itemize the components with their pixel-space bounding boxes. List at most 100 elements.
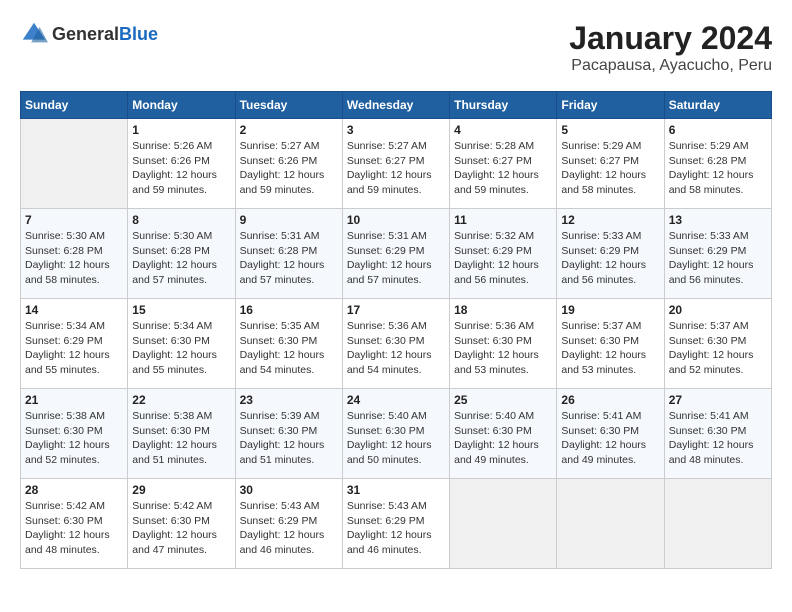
day-number: 20 [669,303,767,317]
day-info: Sunrise: 5:27 AM Sunset: 6:26 PM Dayligh… [240,139,338,198]
logo-icon [20,20,48,48]
calendar-week-row: 14Sunrise: 5:34 AM Sunset: 6:29 PM Dayli… [21,299,772,389]
day-number: 11 [454,213,552,227]
day-info: Sunrise: 5:33 AM Sunset: 6:29 PM Dayligh… [561,229,659,288]
calendar-day-cell: 28 Sunrise: 5:42 AM Sunset: 6:30 PM Dayli… [21,479,128,569]
day-number: 6 [669,123,767,137]
day-number: 7 [25,213,123,227]
calendar-day-cell: 13 Sunrise: 5:33 AM Sunset: 6:29 PM Dayli… [664,209,771,299]
calendar-day-cell: 22 Sunrise: 5:38 AM Sunset: 6:30 PM Dayli… [128,389,235,479]
day-info: Sunrise: 5:31 AM Sunset: 6:28 PM Dayligh… [240,229,338,288]
calendar-day-cell: 31 Sunrise: 5:43 AM Sunset: 6:29 PM Dayli… [342,479,449,569]
day-info: Sunrise: 5:30 AM Sunset: 6:28 PM Dayligh… [25,229,123,288]
weekday-header-cell: Thursday [450,92,557,119]
calendar-table: SundayMondayTuesdayWednesdayThursdayFrid… [20,91,772,569]
weekday-header-cell: Tuesday [235,92,342,119]
calendar-day-cell: 16 Sunrise: 5:35 AM Sunset: 6:30 PM Dayli… [235,299,342,389]
day-info: Sunrise: 5:27 AM Sunset: 6:27 PM Dayligh… [347,139,445,198]
calendar-day-cell: 25Sunrise: 5:40 AM Sunset: 6:30 PM Dayli… [450,389,557,479]
day-info: Sunrise: 5:36 AM Sunset: 6:30 PM Dayligh… [347,319,445,378]
calendar-day-cell: 30 Sunrise: 5:43 AM Sunset: 6:29 PM Dayli… [235,479,342,569]
calendar-week-row: 1Sunrise: 5:26 AM Sunset: 6:26 PM Daylig… [21,119,772,209]
day-number: 23 [240,393,338,407]
day-number: 28 [25,483,123,497]
day-number: 22 [132,393,230,407]
calendar-day-cell: 26 Sunrise: 5:41 AM Sunset: 6:30 PM Dayli… [557,389,664,479]
day-info: Sunrise: 5:37 AM Sunset: 6:30 PM Dayligh… [561,319,659,378]
calendar-day-cell: 7 Sunrise: 5:30 AM Sunset: 6:28 PM Daylig… [21,209,128,299]
weekday-header-cell: Sunday [21,92,128,119]
day-number: 2 [240,123,338,137]
calendar-week-row: 21Sunrise: 5:38 AM Sunset: 6:30 PM Dayli… [21,389,772,479]
day-info: Sunrise: 5:40 AM Sunset: 6:30 PM Dayligh… [454,409,552,468]
day-number: 10 [347,213,445,227]
calendar-day-cell: 29 Sunrise: 5:42 AM Sunset: 6:30 PM Dayli… [128,479,235,569]
day-info: Sunrise: 5:38 AM Sunset: 6:30 PM Dayligh… [25,409,123,468]
day-info: Sunrise: 5:31 AM Sunset: 6:29 PM Dayligh… [347,229,445,288]
day-info: Sunrise: 5:30 AM Sunset: 6:28 PM Dayligh… [132,229,230,288]
calendar-day-cell: 2 Sunrise: 5:27 AM Sunset: 6:26 PM Daylig… [235,119,342,209]
calendar-day-cell: 11 Sunrise: 5:32 AM Sunset: 6:29 PM Dayli… [450,209,557,299]
day-info: Sunrise: 5:40 AM Sunset: 6:30 PM Dayligh… [347,409,445,468]
calendar-day-cell: 5Sunrise: 5:29 AM Sunset: 6:27 PM Daylig… [557,119,664,209]
day-number: 31 [347,483,445,497]
day-info: Sunrise: 5:41 AM Sunset: 6:30 PM Dayligh… [561,409,659,468]
day-info: Sunrise: 5:43 AM Sunset: 6:29 PM Dayligh… [347,499,445,558]
calendar-day-cell: 19 Sunrise: 5:37 AM Sunset: 6:30 PM Dayli… [557,299,664,389]
logo-text-blue: Blue [119,24,158,44]
day-number: 30 [240,483,338,497]
calendar-day-cell: 9 Sunrise: 5:31 AM Sunset: 6:28 PM Daylig… [235,209,342,299]
day-info: Sunrise: 5:26 AM Sunset: 6:26 PM Dayligh… [132,139,230,198]
day-number: 13 [669,213,767,227]
logo: GeneralBlue [20,20,158,48]
day-number: 5 [561,123,659,137]
day-number: 16 [240,303,338,317]
day-info: Sunrise: 5:37 AM Sunset: 6:30 PM Dayligh… [669,319,767,378]
weekday-header-cell: Friday [557,92,664,119]
calendar-day-cell: 8 Sunrise: 5:30 AM Sunset: 6:28 PM Daylig… [128,209,235,299]
day-number: 4 [454,123,552,137]
day-number: 24 [347,393,445,407]
calendar-location: Pacapausa, Ayacucho, Peru [569,57,772,75]
calendar-day-cell [557,479,664,569]
weekday-header-cell: Monday [128,92,235,119]
day-number: 26 [561,393,659,407]
day-info: Sunrise: 5:29 AM Sunset: 6:28 PM Dayligh… [669,139,767,198]
day-number: 19 [561,303,659,317]
calendar-day-cell: 1Sunrise: 5:26 AM Sunset: 6:26 PM Daylig… [128,119,235,209]
day-number: 27 [669,393,767,407]
day-info: Sunrise: 5:42 AM Sunset: 6:30 PM Dayligh… [132,499,230,558]
day-info: Sunrise: 5:43 AM Sunset: 6:29 PM Dayligh… [240,499,338,558]
day-number: 9 [240,213,338,227]
calendar-day-cell: 27 Sunrise: 5:41 AM Sunset: 6:30 PM Dayli… [664,389,771,479]
calendar-day-cell: 20 Sunrise: 5:37 AM Sunset: 6:30 PM Dayli… [664,299,771,389]
logo-text-general: General [52,24,119,44]
day-number: 14 [25,303,123,317]
day-number: 17 [347,303,445,317]
calendar-day-cell: 10 Sunrise: 5:31 AM Sunset: 6:29 PM Dayli… [342,209,449,299]
day-info: Sunrise: 5:41 AM Sunset: 6:30 PM Dayligh… [669,409,767,468]
day-info: Sunrise: 5:38 AM Sunset: 6:30 PM Dayligh… [132,409,230,468]
calendar-title: January 2024 [569,20,772,57]
day-info: Sunrise: 5:42 AM Sunset: 6:30 PM Dayligh… [25,499,123,558]
calendar-day-cell [450,479,557,569]
calendar-week-row: 28 Sunrise: 5:42 AM Sunset: 6:30 PM Dayli… [21,479,772,569]
weekday-header-cell: Saturday [664,92,771,119]
day-number: 8 [132,213,230,227]
day-number: 15 [132,303,230,317]
calendar-day-cell: 4 Sunrise: 5:28 AM Sunset: 6:27 PM Daylig… [450,119,557,209]
calendar-day-cell: 6 Sunrise: 5:29 AM Sunset: 6:28 PM Daylig… [664,119,771,209]
day-info: Sunrise: 5:28 AM Sunset: 6:27 PM Dayligh… [454,139,552,198]
calendar-body: 1Sunrise: 5:26 AM Sunset: 6:26 PM Daylig… [21,119,772,569]
day-number: 12 [561,213,659,227]
calendar-day-cell: 21Sunrise: 5:38 AM Sunset: 6:30 PM Dayli… [21,389,128,479]
day-info: Sunrise: 5:34 AM Sunset: 6:30 PM Dayligh… [132,319,230,378]
day-info: Sunrise: 5:35 AM Sunset: 6:30 PM Dayligh… [240,319,338,378]
calendar-week-row: 7 Sunrise: 5:30 AM Sunset: 6:28 PM Daylig… [21,209,772,299]
day-info: Sunrise: 5:33 AM Sunset: 6:29 PM Dayligh… [669,229,767,288]
day-number: 3 [347,123,445,137]
calendar-day-cell: 23Sunrise: 5:39 AM Sunset: 6:30 PM Dayli… [235,389,342,479]
day-info: Sunrise: 5:32 AM Sunset: 6:29 PM Dayligh… [454,229,552,288]
day-number: 29 [132,483,230,497]
calendar-day-cell: 17 Sunrise: 5:36 AM Sunset: 6:30 PM Dayli… [342,299,449,389]
